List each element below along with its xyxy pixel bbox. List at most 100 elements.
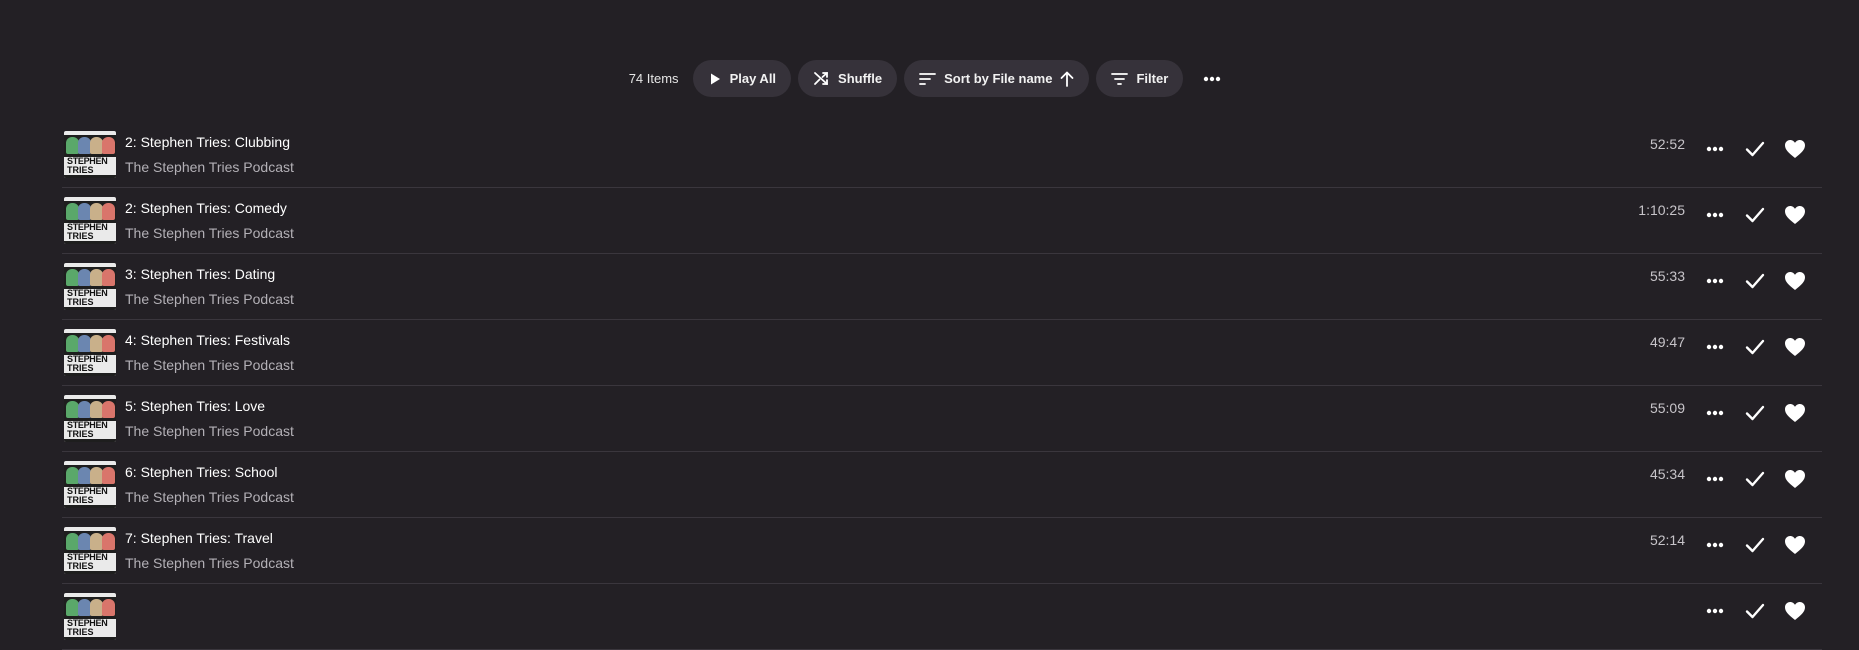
shuffle-button[interactable]: Shuffle <box>798 60 898 97</box>
play-all-button[interactable]: Play All <box>692 60 792 97</box>
artwork-text-line2: TRIES <box>67 627 94 637</box>
episode-more-button[interactable] <box>1701 531 1729 559</box>
episode-more-button[interactable] <box>1701 597 1729 625</box>
check-icon <box>1745 603 1765 619</box>
mark-played-button[interactable] <box>1741 267 1769 295</box>
artwork-text-line2: TRIES <box>67 165 94 175</box>
episode-title[interactable]: 2: Stephen Tries: Comedy <box>125 200 294 217</box>
mark-played-button[interactable] <box>1741 465 1769 493</box>
favorite-button[interactable] <box>1781 531 1809 559</box>
mark-played-button[interactable] <box>1741 201 1769 229</box>
episode-duration: 49:47 <box>1649 334 1685 350</box>
mark-played-button[interactable] <box>1741 399 1769 427</box>
episode-row[interactable]: STEPHEN TRIES 5: Stephen Tries: Love The… <box>62 386 1822 452</box>
podcast-artwork: STEPHEN TRIES <box>64 329 116 376</box>
filter-icon <box>1111 72 1129 85</box>
episode-title[interactable]: 6: Stephen Tries: School <box>125 464 294 481</box>
check-icon <box>1745 537 1765 553</box>
more-icon <box>1706 410 1724 416</box>
episode-more-button[interactable] <box>1701 267 1729 295</box>
episode-podcast[interactable]: The Stephen Tries Podcast <box>125 423 294 440</box>
episode-row[interactable]: STEPHEN TRIES 3: Stephen Tries: Dating T… <box>62 254 1822 320</box>
episode-meta: 5: Stephen Tries: Love The Stephen Tries… <box>125 398 294 440</box>
more-icon <box>1204 76 1221 81</box>
favorite-button[interactable] <box>1781 597 1809 625</box>
episode-meta: 4: Stephen Tries: Festivals The Stephen … <box>125 332 294 374</box>
filter-button[interactable]: Filter <box>1096 60 1184 97</box>
episode-podcast[interactable]: The Stephen Tries Podcast <box>125 555 294 572</box>
episode-row[interactable]: STEPHEN TRIES <box>62 584 1822 650</box>
episode-more-button[interactable] <box>1701 399 1729 427</box>
favorite-button[interactable] <box>1781 465 1809 493</box>
sort-button[interactable]: Sort by File name <box>904 60 1090 97</box>
sort-label: Sort by File name <box>944 71 1053 86</box>
artwork-text-line2: TRIES <box>67 231 94 241</box>
play-icon <box>710 73 720 84</box>
play-all-label: Play All <box>729 71 777 86</box>
episode-more-button[interactable] <box>1701 465 1729 493</box>
episode-podcast[interactable]: The Stephen Tries Podcast <box>125 357 294 374</box>
artwork-text-line2: TRIES <box>67 561 94 571</box>
podcast-artwork: STEPHEN TRIES <box>64 131 116 178</box>
episode-list: STEPHEN TRIES 2: Stephen Tries: Clubbing… <box>62 122 1822 650</box>
shuffle-label: Shuffle <box>838 71 883 86</box>
sort-icon <box>919 72 937 85</box>
episode-more-button[interactable] <box>1701 201 1729 229</box>
more-icon <box>1706 476 1724 482</box>
episode-more-button[interactable] <box>1701 135 1729 163</box>
episode-title[interactable]: 3: Stephen Tries: Dating <box>125 266 294 283</box>
check-icon <box>1745 405 1765 421</box>
podcast-artwork: STEPHEN TRIES <box>64 395 116 442</box>
favorite-button[interactable] <box>1781 267 1809 295</box>
toolbar-more-button[interactable] <box>1194 60 1230 97</box>
heart-icon <box>1785 470 1805 488</box>
favorite-button[interactable] <box>1781 399 1809 427</box>
check-icon <box>1745 471 1765 487</box>
favorite-button[interactable] <box>1781 333 1809 361</box>
episode-meta: 6: Stephen Tries: School The Stephen Tri… <box>125 464 294 506</box>
episode-podcast[interactable]: The Stephen Tries Podcast <box>125 291 294 308</box>
episode-row[interactable]: STEPHEN TRIES 6: Stephen Tries: School T… <box>62 452 1822 518</box>
podcast-artwork: STEPHEN TRIES <box>64 197 116 244</box>
podcast-artwork: STEPHEN TRIES <box>64 263 116 310</box>
heart-icon <box>1785 602 1805 620</box>
episode-row[interactable]: STEPHEN TRIES 2: Stephen Tries: Comedy T… <box>62 188 1822 254</box>
item-count: 74 Items <box>628 71 679 86</box>
heart-icon <box>1785 536 1805 554</box>
episode-podcast[interactable]: The Stephen Tries Podcast <box>125 489 294 506</box>
episode-duration: 55:33 <box>1649 268 1685 284</box>
heart-icon <box>1785 404 1805 422</box>
more-icon <box>1706 146 1724 152</box>
episode-more-button[interactable] <box>1701 333 1729 361</box>
episode-podcast[interactable]: The Stephen Tries Podcast <box>125 225 294 242</box>
more-icon <box>1706 278 1724 284</box>
episode-row[interactable]: STEPHEN TRIES 7: Stephen Tries: Travel T… <box>62 518 1822 584</box>
heart-icon <box>1785 272 1805 290</box>
heart-icon <box>1785 338 1805 356</box>
episode-title[interactable]: 4: Stephen Tries: Festivals <box>125 332 294 349</box>
episode-meta: 2: Stephen Tries: Clubbing The Stephen T… <box>125 134 294 176</box>
artwork-text-line2: TRIES <box>67 297 94 307</box>
episode-title[interactable]: 5: Stephen Tries: Love <box>125 398 294 415</box>
episode-duration: 45:34 <box>1649 466 1685 482</box>
mark-played-button[interactable] <box>1741 135 1769 163</box>
mark-played-button[interactable] <box>1741 597 1769 625</box>
favorite-button[interactable] <box>1781 201 1809 229</box>
episode-duration: 55:09 <box>1649 400 1685 416</box>
episode-title[interactable]: 2: Stephen Tries: Clubbing <box>125 134 294 151</box>
episode-row[interactable]: STEPHEN TRIES 2: Stephen Tries: Clubbing… <box>62 122 1822 188</box>
episode-meta: 3: Stephen Tries: Dating The Stephen Tri… <box>125 266 294 308</box>
heart-icon <box>1785 140 1805 158</box>
check-icon <box>1745 339 1765 355</box>
more-icon <box>1706 608 1724 614</box>
episode-meta: 2: Stephen Tries: Comedy The Stephen Tri… <box>125 200 294 242</box>
episode-row[interactable]: STEPHEN TRIES 4: Stephen Tries: Festival… <box>62 320 1822 386</box>
artwork-text-line1: STEPHEN <box>67 618 108 628</box>
episode-meta: 7: Stephen Tries: Travel The Stephen Tri… <box>125 530 294 572</box>
episode-duration: 52:52 <box>1649 136 1685 152</box>
mark-played-button[interactable] <box>1741 333 1769 361</box>
favorite-button[interactable] <box>1781 135 1809 163</box>
episode-podcast[interactable]: The Stephen Tries Podcast <box>125 159 294 176</box>
mark-played-button[interactable] <box>1741 531 1769 559</box>
episode-title[interactable]: 7: Stephen Tries: Travel <box>125 530 294 547</box>
